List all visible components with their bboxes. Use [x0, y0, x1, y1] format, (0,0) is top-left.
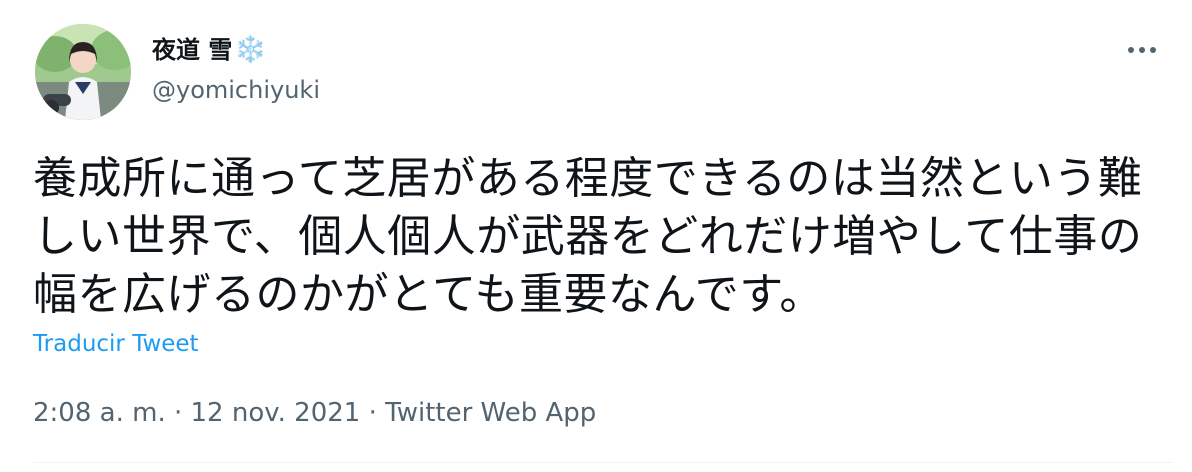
more-horizontal-icon — [1150, 47, 1156, 53]
tweet-source[interactable]: Twitter Web App — [385, 398, 596, 428]
more-horizontal-icon — [1128, 47, 1134, 53]
display-name[interactable]: 夜道 雪 ❄️ — [152, 34, 267, 66]
snowflake-icon: ❄️ — [234, 35, 267, 65]
user-handle[interactable]: @yomichiyuki — [152, 74, 320, 106]
tweet-time[interactable]: 2:08 a. m. — [33, 398, 166, 428]
display-name-text: 夜道 雪 — [152, 36, 233, 64]
meta-separator: · — [360, 398, 386, 428]
more-options-button[interactable] — [1120, 30, 1164, 70]
avatar-photo — [35, 24, 131, 120]
meta-separator: · — [165, 398, 191, 428]
translate-tweet-link[interactable]: Traducir Tweet — [33, 328, 199, 360]
tweet-date[interactable]: 12 nov. 2021 — [191, 398, 361, 428]
divider — [33, 462, 1173, 463]
avatar[interactable] — [35, 24, 131, 120]
tweet-text: 養成所に通って芝居がある程度できるのは当然という難しい世界で、個人個人が武器をど… — [33, 153, 1143, 320]
tweet-meta: 2:08 a. m. · 12 nov. 2021 · Twitter Web … — [33, 393, 596, 433]
tweet-card: 夜道 雪 ❄️ @yomichiyuki 養成所に通って芝居がある程度できるのは… — [0, 0, 1192, 472]
more-horizontal-icon — [1139, 47, 1145, 53]
